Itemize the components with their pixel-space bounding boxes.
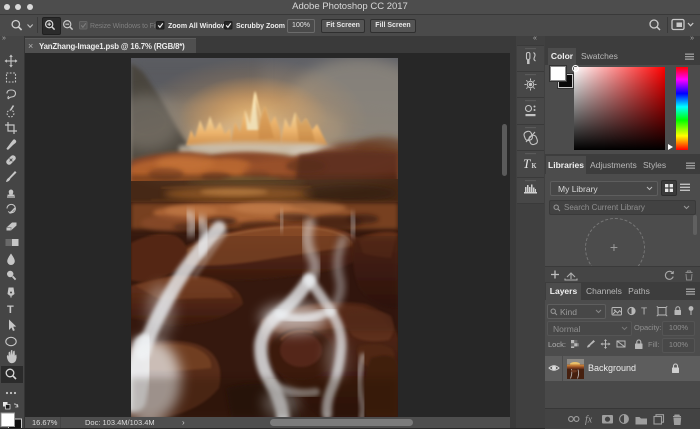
- svg-text:fx: fx: [585, 415, 593, 426]
- svg-text:T: T: [7, 304, 14, 316]
- svg-text:T: T: [641, 307, 647, 318]
- svg-text:к: к: [532, 160, 537, 171]
- svg-text:T: T: [523, 156, 531, 171]
